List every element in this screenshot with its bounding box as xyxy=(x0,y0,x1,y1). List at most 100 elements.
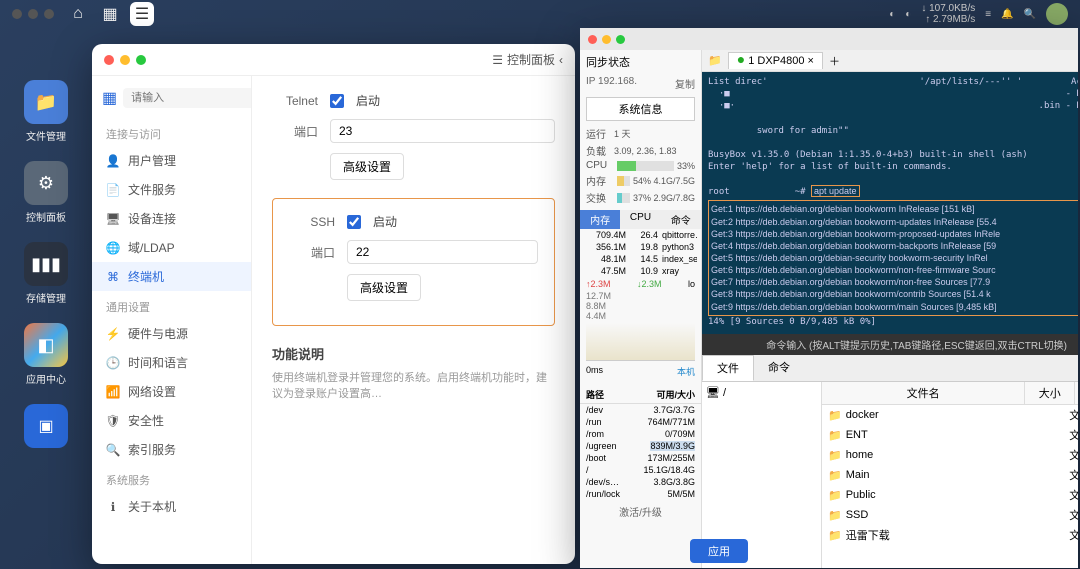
commands-tab[interactable]: 命令 xyxy=(754,355,804,381)
menu-icon[interactable]: ≡ xyxy=(985,9,991,20)
nav-icon: 🛡 xyxy=(106,414,120,428)
sidebar-item[interactable]: 🌐 域/LDAP xyxy=(92,233,251,262)
sysinfo-button[interactable]: 系统信息 xyxy=(586,97,695,121)
bell-icon[interactable]: 🔔 xyxy=(1001,9,1013,20)
window-controls[interactable] xyxy=(104,55,146,65)
sidebar-item[interactable]: 🛡 安全性 xyxy=(92,406,251,435)
window-controls[interactable] xyxy=(588,35,625,44)
sidebar-item[interactable]: ⚡ 硬件与电源 xyxy=(92,319,251,348)
net-down: ↓2.3M xyxy=(637,279,662,289)
ping-host[interactable]: 本机 xyxy=(677,365,695,378)
nav-label: 网络设置 xyxy=(128,383,176,400)
nav-icon: 📄 xyxy=(106,183,120,197)
grid-icon[interactable]: ▦ xyxy=(102,88,117,108)
disk-row[interactable]: /run/lock5M/5M xyxy=(580,488,701,500)
folder-icon: 📁 xyxy=(828,529,842,542)
avatar[interactable] xyxy=(1046,3,1068,25)
sync-status: 同步状态 xyxy=(580,50,701,74)
proc-tab[interactable]: 命令 xyxy=(661,210,701,229)
file-row[interactable]: 📁Public文件夹 xyxy=(822,485,1078,505)
proc-row[interactable]: 47.5M10.9xray xyxy=(580,265,701,277)
dock-icon: ▮▮▮ xyxy=(24,242,68,286)
dock-item[interactable]: ◧ 应用中心 xyxy=(8,323,84,386)
folder-icon: 📁 xyxy=(828,489,842,502)
ssh-enable-checkbox[interactable] xyxy=(347,215,361,229)
ssh-port-input[interactable] xyxy=(347,240,538,264)
terminal[interactable]: List direc' '/apt/lists/---'' ' Acquire … xyxy=(702,72,1078,334)
sidebar-item[interactable]: ⌘ 终端机 xyxy=(92,262,251,291)
telnet-label: Telnet xyxy=(272,94,318,108)
copy-button[interactable]: 复制 xyxy=(675,76,695,91)
nav-icon: 🔍 xyxy=(106,443,120,457)
search-input[interactable] xyxy=(123,88,252,108)
nav-icon: 🌐 xyxy=(106,241,120,255)
telnet-advanced-button[interactable]: 高级设置 xyxy=(330,153,404,180)
folder-icon[interactable]: 📁 xyxy=(708,54,722,67)
cpu-meter-icon: ◐ xyxy=(889,9,895,20)
dock-label: 应用中心 xyxy=(26,371,66,386)
watermark: 值什么值得买 xyxy=(990,544,1070,561)
files-tab[interactable]: 文件 xyxy=(702,355,754,381)
sidebar-item[interactable]: 👤 用户管理 xyxy=(92,146,251,175)
search-icon[interactable]: 🔍 xyxy=(1024,9,1036,20)
apps-icon[interactable]: ▦ xyxy=(98,2,122,26)
activate-button[interactable]: 激活/升级 xyxy=(580,500,701,523)
dock-item[interactable]: ⚙ 控制面板 xyxy=(8,161,84,224)
home-icon[interactable]: ⌂ xyxy=(66,2,90,26)
nav-label: 索引服务 xyxy=(128,441,176,458)
settings-icon: ☰ xyxy=(492,53,503,67)
session-tab[interactable]: ● 1 DXP4800 × xyxy=(728,52,823,69)
proc-tab[interactable]: CPU xyxy=(620,210,660,229)
ip-label: IP 192.168. xyxy=(586,76,637,91)
col-name[interactable]: 文件名 xyxy=(822,382,1025,404)
disk-row[interactable]: /boot173M/255M xyxy=(580,452,701,464)
file-row[interactable]: 📁home文件夹 xyxy=(822,445,1078,465)
nav-label: 域/LDAP xyxy=(128,239,175,256)
nav-group: 连接与访问 xyxy=(92,118,251,146)
proc-tab[interactable]: 内存 xyxy=(580,210,620,229)
folder-icon: 📁 xyxy=(828,409,842,422)
file-row[interactable]: 📁迅雷下载文件夹 xyxy=(822,525,1078,545)
cp-sidebar: ▦ 连接与访问 👤 用户管理 📄 文件服务 🖥 设备连接 🌐 域/LDAP ⌘ … xyxy=(92,76,252,564)
ping-ms: 0ms xyxy=(586,365,603,378)
proc-tabs: 内存CPU命令 xyxy=(580,210,701,229)
file-row[interactable]: 📁ENT文件夹 xyxy=(822,425,1078,445)
sidebar-item[interactable]: 📶 网络设置 xyxy=(92,377,251,406)
disk-row[interactable]: /dev/s…3.8G/3.8G xyxy=(580,476,701,488)
apply-button[interactable]: 应用 xyxy=(690,539,748,563)
proc-row[interactable]: 48.1M14.5index_ser… xyxy=(580,253,701,265)
settings-icon[interactable]: ☰ xyxy=(130,2,154,26)
file-row[interactable]: 📁docker文件夹 xyxy=(822,405,1078,425)
file-row[interactable]: 📁SSD文件夹 xyxy=(822,505,1078,525)
disk-row[interactable]: /15.1G/18.4G xyxy=(580,464,701,476)
dock-icon: ◧ xyxy=(24,323,68,367)
disk-row[interactable]: /run764M/771M xyxy=(580,416,701,428)
proc-row[interactable]: 356.1M19.8python3 xyxy=(580,241,701,253)
command-hint[interactable]: 命令输入 (按ALT键提示历史,TAB键路径,ESC键返回,双击CTRL切换) xyxy=(702,334,1078,355)
add-tab-button[interactable]: ＋ xyxy=(829,53,840,69)
proc-row[interactable]: 709.4M26.4qbittorre… xyxy=(580,229,701,241)
sidebar-item[interactable]: 🖥 设备连接 xyxy=(92,204,251,233)
dock-item[interactable]: ▮▮▮ 存储管理 xyxy=(8,242,84,305)
col-type[interactable]: 类型 xyxy=(1075,382,1078,404)
dock-item[interactable]: 📁 文件管理 xyxy=(8,80,84,143)
telnet-port-input[interactable] xyxy=(330,119,555,143)
disk-row[interactable]: /dev3.7G/3.7G xyxy=(580,404,701,416)
sidebar-item[interactable]: 🕒 时间和语言 xyxy=(92,348,251,377)
disk-row[interactable]: /rom0/709M xyxy=(580,428,701,440)
sidebar-item[interactable]: 🔍 索引服务 xyxy=(92,435,251,464)
net-iface: lo xyxy=(688,279,695,289)
ssh-advanced-button[interactable]: 高级设置 xyxy=(347,274,421,301)
sidebar-item[interactable]: ℹ 关于本机 xyxy=(92,492,251,521)
col-size[interactable]: 大小 xyxy=(1025,382,1075,404)
disk-row[interactable]: /ugreen839M/3.9G xyxy=(580,440,701,452)
chevron-left-icon[interactable]: ‹ xyxy=(559,53,563,67)
folder-icon: 📁 xyxy=(828,429,842,442)
nav-label: 终端机 xyxy=(128,268,164,285)
sidebar-item[interactable]: 📄 文件服务 xyxy=(92,175,251,204)
desc-text: 使用终端机登录并管理您的系统。启用终端机功能时，建议为登录账户设置高… xyxy=(272,369,555,401)
file-row[interactable]: 📁Main文件夹 xyxy=(822,465,1078,485)
dock-icon: ⚙ xyxy=(24,161,68,205)
telnet-enable-checkbox[interactable] xyxy=(330,94,344,108)
window-controls[interactable] xyxy=(12,9,54,19)
